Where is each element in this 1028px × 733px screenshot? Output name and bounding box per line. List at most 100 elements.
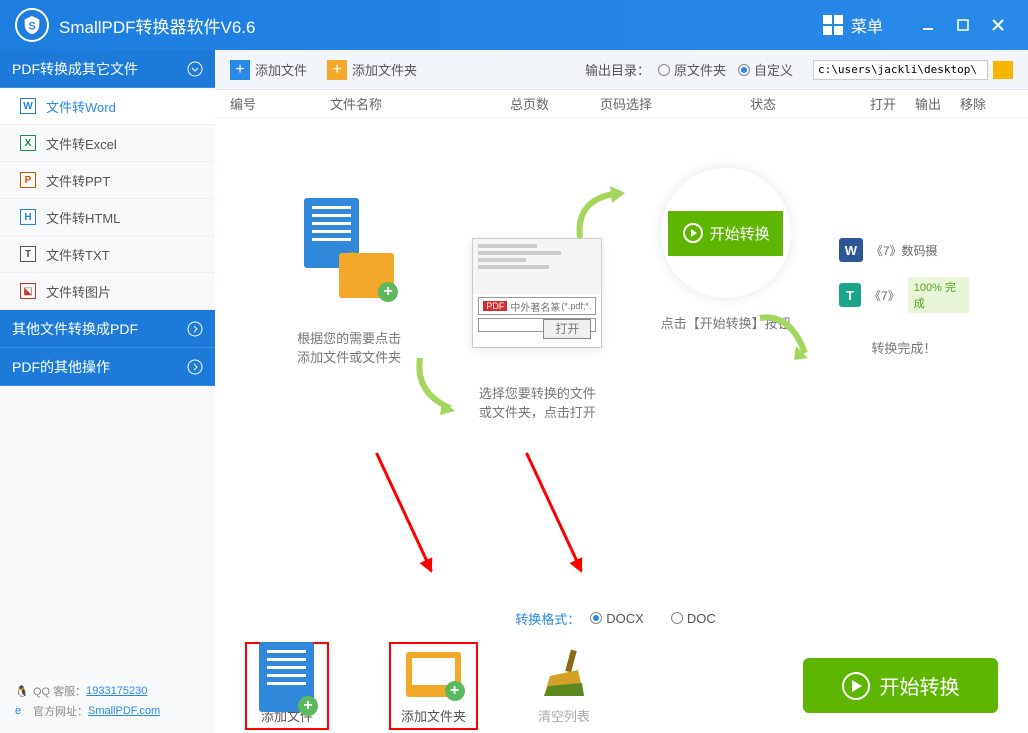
txt-icon: T — [20, 246, 36, 262]
add-file-icon: + — [230, 60, 250, 80]
toolbar-add-folder-label: 添加文件夹 — [352, 60, 417, 79]
start-label: 开始转换 — [880, 671, 960, 700]
ie-icon: e — [15, 705, 29, 717]
play-icon — [842, 672, 870, 700]
format-label: 转换格式： — [515, 609, 580, 628]
add-folder-icon: + — [327, 60, 347, 80]
col-status: 状态 — [750, 94, 870, 113]
toolbar: + 添加文件 + 添加文件夹 输出目录： 原文件夹 自定义 — [215, 50, 1028, 90]
app-title: SmallPDF转换器软件V6.6 — [59, 13, 255, 38]
svg-text:S: S — [28, 21, 35, 33]
col-open: 打开 — [870, 94, 915, 113]
output-path-input[interactable] — [813, 60, 988, 80]
bottom-add-folder[interactable]: + 添加文件夹 — [389, 642, 478, 730]
dialog-open-button: 打开 — [543, 319, 591, 339]
sidebar-item-ppt[interactable]: P 文件转PPT — [0, 162, 215, 199]
app-logo: S — [15, 8, 49, 42]
chevron-down-icon — [187, 61, 203, 77]
radio-docx[interactable]: DOCX — [590, 611, 644, 626]
toolbar-add-folder[interactable]: + 添加文件夹 — [327, 60, 417, 80]
section-title: 其他文件转换成PDF — [12, 319, 138, 339]
radio-icon — [738, 64, 750, 76]
radio-icon — [658, 64, 670, 76]
excel-icon: X — [20, 135, 36, 151]
step4-text: 转换完成！ — [829, 338, 979, 357]
close-button[interactable] — [983, 10, 1013, 40]
col-name: 文件名称 — [330, 94, 510, 113]
radio-custom-folder[interactable]: 自定义 — [738, 60, 793, 79]
radio-doc[interactable]: DOC — [671, 611, 716, 626]
image-icon: ⬕ — [20, 283, 36, 299]
action-label: 清空列表 — [538, 706, 590, 725]
menu-label: 菜单 — [851, 13, 883, 37]
word-icon: W — [20, 98, 36, 114]
html-icon: H — [20, 209, 36, 225]
play-icon — [682, 222, 704, 244]
format-row: 转换格式： DOCX DOC — [215, 598, 1028, 638]
sidebar-item-label: 文件转图片 — [46, 282, 111, 301]
menu-grid-icon — [823, 15, 843, 35]
menu-button[interactable]: 菜单 — [823, 13, 883, 37]
toolbar-add-file[interactable]: + 添加文件 — [230, 60, 307, 80]
arrow-icon — [750, 308, 820, 378]
radio-original-folder[interactable]: 原文件夹 — [658, 60, 726, 79]
annotation-arrow — [525, 452, 583, 571]
main-panel: + 添加文件 + 添加文件夹 输出目录： 原文件夹 自定义 — [215, 50, 1028, 733]
output-label: 输出目录： — [585, 60, 650, 79]
title-bar: S SmallPDF转换器软件V6.6 菜单 — [0, 0, 1028, 50]
bottom-bar: + 添加文件 + 添加文件夹 清空列表 — [215, 638, 1028, 733]
ppt-icon: P — [20, 172, 36, 188]
bottom-add-file[interactable]: + 添加文件 — [245, 642, 329, 730]
site-link[interactable]: SmallPDF.com — [88, 705, 160, 717]
col-number: 编号 — [230, 94, 330, 113]
step1-text1: 根据您的需要点击 — [264, 328, 434, 347]
guide-area: + + 根据您的需要点击 添加文件或文件夹 — [215, 118, 1028, 598]
section-pdf-other-ops[interactable]: PDF的其他操作 — [0, 348, 215, 386]
sidebar-item-image[interactable]: ⬕ 文件转图片 — [0, 273, 215, 310]
qq-icon: 🐧 — [15, 685, 29, 698]
section-title: PDF的其他操作 — [12, 357, 110, 377]
radio-label: 自定义 — [754, 60, 793, 79]
guide-step-1: + + 根据您的需要点击 添加文件或文件夹 — [264, 198, 434, 421]
section-other-to-pdf[interactable]: 其他文件转换成PDF — [0, 310, 215, 348]
sidebar: PDF转换成其它文件 W 文件转Word X 文件转Excel P 文件转PPT… — [0, 50, 215, 733]
guide-step-3: 开始转换 点击【开始转换】按钮 — [641, 168, 811, 421]
chevron-right-icon — [187, 321, 203, 337]
sidebar-item-label: 文件转TXT — [46, 245, 110, 264]
arrow-icon — [410, 353, 470, 423]
guide-step-4: W 《7》数码摄 T 《7》 100% 完成 转换完成！ — [829, 238, 979, 421]
guide-step-2: PDF中外著名篆(*.pdf;*. 打开 选择您要转换的文件 或文件夹，点击打开 — [452, 238, 622, 421]
annotation-arrow — [375, 452, 433, 571]
arrow-icon — [570, 183, 640, 253]
sidebar-item-label: 文件转Word — [46, 97, 116, 116]
maximize-button[interactable] — [948, 10, 978, 40]
chevron-right-icon — [187, 359, 203, 375]
toolbar-add-file-label: 添加文件 — [255, 60, 307, 79]
minimize-button[interactable] — [913, 10, 943, 40]
section-title: PDF转换成其它文件 — [12, 59, 138, 79]
bottom-clear-list[interactable]: 清空列表 — [538, 647, 590, 725]
broom-icon — [539, 647, 589, 702]
sidebar-item-excel[interactable]: X 文件转Excel — [0, 125, 215, 162]
sidebar-footer: 🐧 QQ 客服： 1933175230 e 官方网址： SmallPDF.com — [0, 673, 215, 733]
col-remove: 移除 — [960, 94, 1005, 113]
sidebar-item-label: 文件转Excel — [46, 134, 117, 153]
browse-folder-button[interactable] — [993, 61, 1013, 79]
step2-text2: 或文件夹，点击打开 — [452, 402, 622, 421]
sidebar-item-word[interactable]: W 文件转Word — [0, 88, 215, 125]
qq-label: QQ 客服： — [33, 683, 86, 699]
col-page-select: 页码选择 — [600, 94, 750, 113]
qq-link[interactable]: 1933175230 — [86, 685, 147, 697]
sidebar-item-label: 文件转PPT — [46, 171, 110, 190]
radio-label: 原文件夹 — [674, 60, 726, 79]
action-label: 添加文件夹 — [401, 706, 466, 725]
table-header: 编号 文件名称 总页数 页码选择 状态 打开 输出 移除 — [215, 90, 1028, 118]
sidebar-item-html[interactable]: H 文件转HTML — [0, 199, 215, 236]
section-pdf-to-other[interactable]: PDF转换成其它文件 — [0, 50, 215, 88]
start-convert-button[interactable]: 开始转换 — [803, 658, 998, 713]
sidebar-item-label: 文件转HTML — [46, 208, 120, 227]
sidebar-item-txt[interactable]: T 文件转TXT — [0, 236, 215, 273]
step1-text2: 添加文件或文件夹 — [264, 347, 434, 366]
site-label: 官方网址： — [33, 703, 88, 719]
col-output: 输出 — [915, 94, 960, 113]
